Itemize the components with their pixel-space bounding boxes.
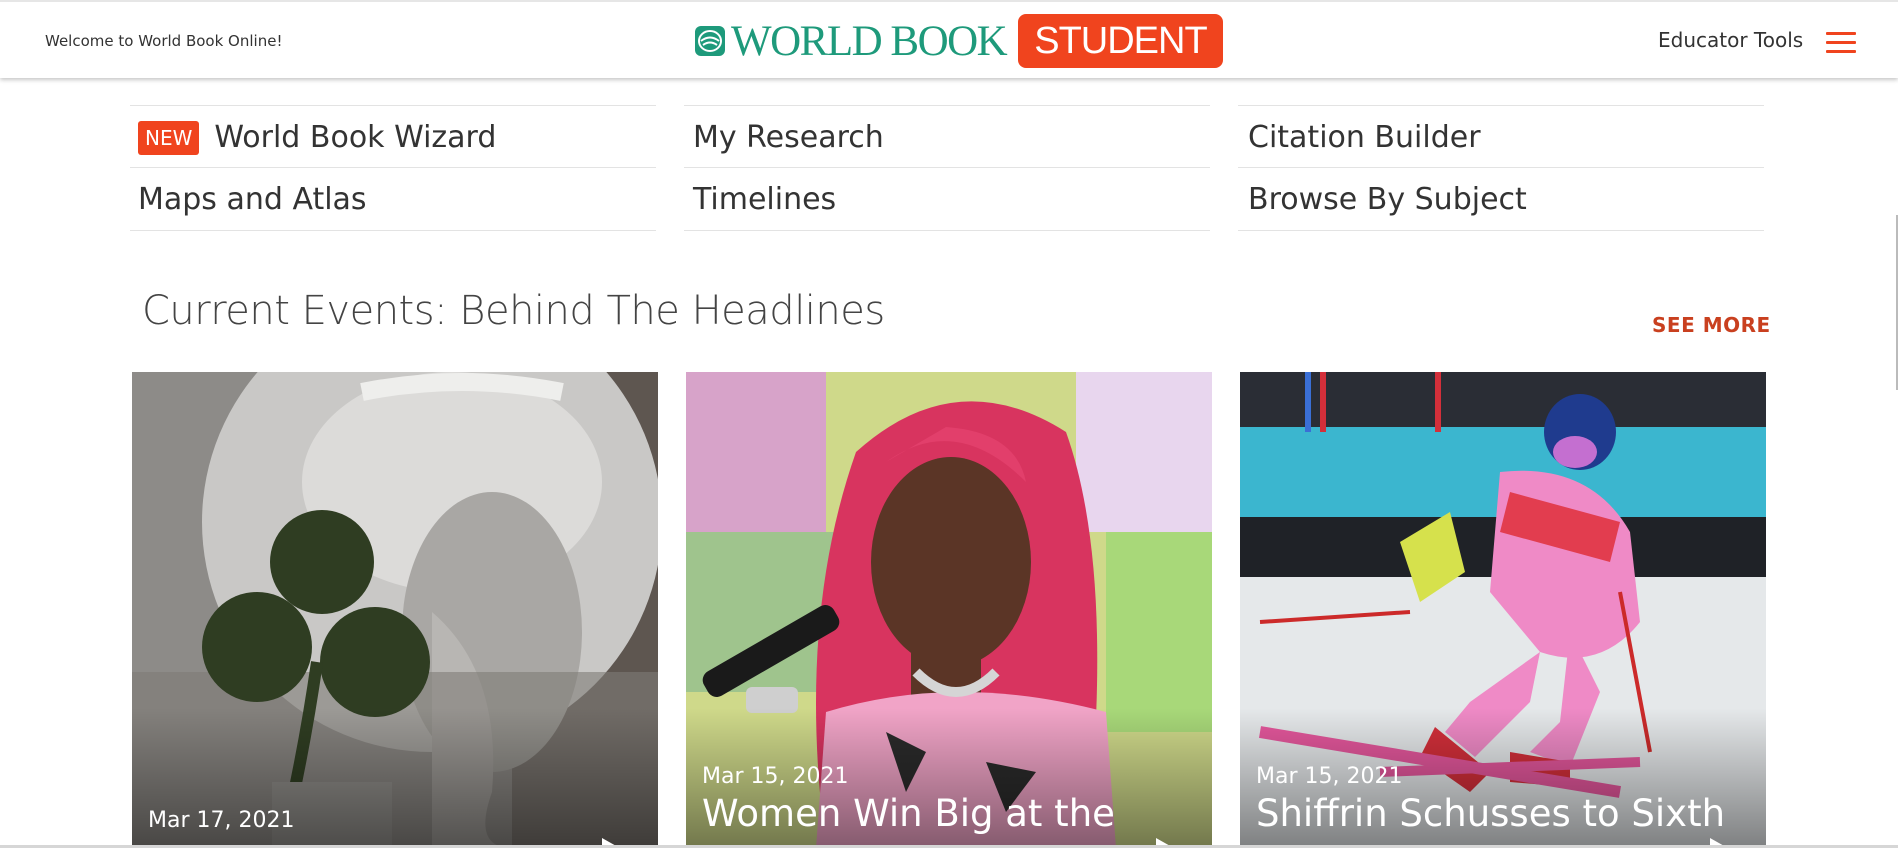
nav-item-timelines[interactable]: Timelines <box>684 167 1210 231</box>
section-title: Current Events: Behind The Headlines <box>142 288 885 334</box>
nav-item-world-book-wizard[interactable]: NEW World Book Wizard <box>130 105 656 169</box>
card-date: Mar 15, 2021 <box>1256 764 1403 789</box>
logo-text: WORLD BOOK <box>731 17 1008 65</box>
nav-item-label: Citation Builder <box>1248 120 1481 155</box>
nav-item-label: Browse By Subject <box>1248 181 1527 217</box>
student-badge: STUDENT <box>1018 14 1223 68</box>
see-more-link[interactable]: SEE MORE <box>1652 313 1771 337</box>
new-badge: NEW <box>138 120 200 155</box>
hamburger-icon[interactable] <box>1826 32 1856 54</box>
nav-item-browse-by-subject[interactable]: Browse By Subject <box>1238 167 1764 231</box>
nav-item-label: Maps and Atlas <box>138 181 367 217</box>
globe-icon <box>695 26 725 56</box>
nav-item-label: My Research <box>693 120 884 155</box>
educator-tools-link[interactable]: Educator Tools <box>1658 28 1803 52</box>
news-card[interactable]: Mar 17, 2021 <box>132 372 658 848</box>
nav-item-label: World Book Wizard <box>214 120 497 155</box>
nav-item-my-research[interactable]: My Research <box>684 105 1210 169</box>
nav-item-citation-builder[interactable]: Citation Builder <box>1238 105 1764 169</box>
card-title: Women Win Big at the <box>702 792 1115 835</box>
card-title: Shiffrin Schusses to Sixth <box>1256 792 1726 835</box>
nav-item-maps-and-atlas[interactable]: Maps and Atlas <box>130 167 656 231</box>
card-date: Mar 15, 2021 <box>702 764 849 789</box>
news-card[interactable]: Mar 15, 2021 Shiffrin Schusses to Sixth <box>1240 372 1766 848</box>
nav-item-label: Timelines <box>693 181 837 217</box>
top-header: Welcome to World Book Online! WORLD BOOK… <box>0 0 1898 78</box>
world-book-student-logo[interactable]: WORLD BOOK STUDENT <box>694 13 1223 69</box>
welcome-message: Welcome to World Book Online! <box>45 32 283 50</box>
news-card[interactable]: Mar 15, 2021 Women Win Big at the <box>686 372 1212 848</box>
card-date: Mar 17, 2021 <box>148 808 295 833</box>
